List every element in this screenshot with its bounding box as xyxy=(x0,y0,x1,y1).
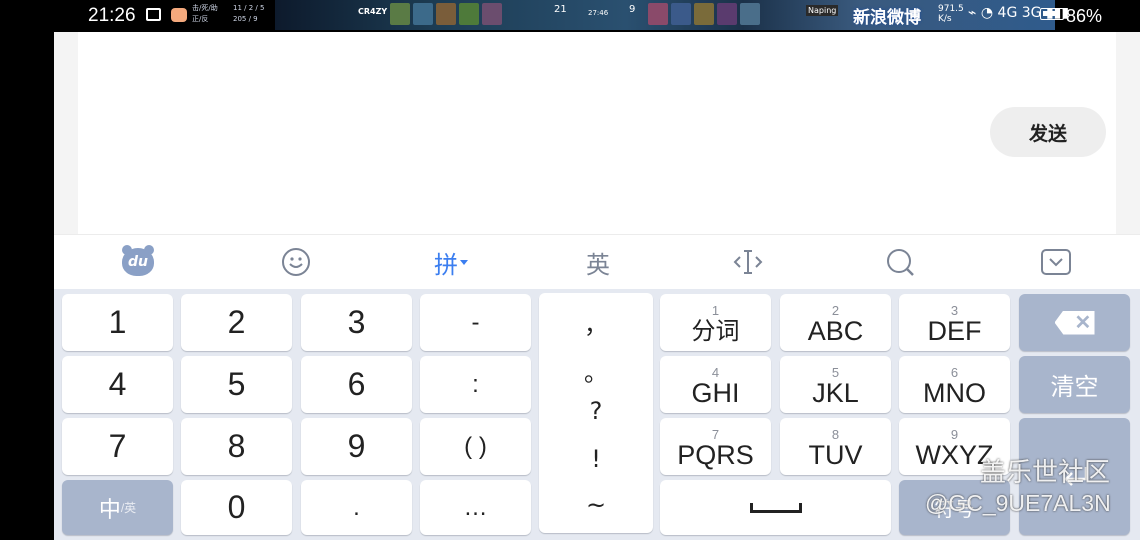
key-4[interactable]: 4 xyxy=(62,356,173,413)
cursor-edit-icon xyxy=(733,250,763,274)
t9-key-2[interactable]: 2 ABC xyxy=(780,294,891,351)
t9-letters: TUV xyxy=(808,440,863,470)
t9-letters: 分词 xyxy=(691,317,740,345)
t9-key-6[interactable]: 6 MNO xyxy=(899,356,1010,413)
backspace-key[interactable]: ✕ xyxy=(1019,294,1130,351)
t9-key-4[interactable]: 4 GHI xyxy=(660,356,771,413)
key-5[interactable]: 5 xyxy=(181,356,292,413)
key-colon[interactable]: : xyxy=(420,356,531,413)
t9-key-7[interactable]: 7 PQRS xyxy=(660,418,771,475)
battery-percent: 86% xyxy=(1066,6,1103,26)
english-label: 英 xyxy=(586,250,610,279)
watermark-community: 盖乐世社区 xyxy=(980,458,1111,488)
chevron-down-box-icon xyxy=(1041,249,1071,275)
t9-letters: GHI xyxy=(691,378,740,408)
chat-compose-area xyxy=(54,32,1140,234)
gallery-icon xyxy=(146,8,161,21)
caret-down-icon xyxy=(460,259,468,265)
zh-label: 中 xyxy=(98,496,121,522)
t9-digit: 1 xyxy=(711,303,720,318)
game-stats-labels: 击/死/助 正/反 xyxy=(192,4,218,23)
clear-key[interactable]: 清空 xyxy=(1019,356,1130,413)
keyboard-toolbar: du 拼 英 xyxy=(54,234,1140,289)
smiley-icon xyxy=(282,248,310,276)
key-6[interactable]: 6 xyxy=(301,356,412,413)
key-7[interactable]: 7 xyxy=(62,418,173,475)
t9-key-3[interactable]: 3 DEF xyxy=(899,294,1010,351)
baidu-logo-button[interactable]: du xyxy=(118,235,158,289)
sponsor-logo: Naping xyxy=(806,5,839,16)
key-parentheses[interactable]: ( ) xyxy=(420,418,531,475)
space-key[interactable] xyxy=(660,480,891,535)
hide-keyboard-button[interactable] xyxy=(1036,235,1076,289)
space-bar-icon xyxy=(749,502,802,513)
weibo-overlay-text: 新浪微博 xyxy=(853,8,921,28)
key-2[interactable]: 2 xyxy=(181,294,292,351)
watermark-handle: @GC_9UE7AL3N xyxy=(925,490,1111,516)
t9-key-8[interactable]: 8 TUV xyxy=(780,418,891,475)
key-3[interactable]: 3 xyxy=(301,294,412,351)
punct-period[interactable]: 。 xyxy=(539,353,653,388)
game-clock: 27:46 xyxy=(588,9,609,17)
key-9[interactable]: 9 xyxy=(301,418,412,475)
search-button[interactable] xyxy=(880,235,920,289)
english-mode-button[interactable]: 英 xyxy=(578,235,618,289)
search-icon xyxy=(887,249,914,276)
key-ellipsis[interactable]: … xyxy=(420,480,531,535)
message-input-area[interactable] xyxy=(78,32,1116,234)
punct-question[interactable]: ? xyxy=(539,397,653,425)
t9-key-5[interactable]: 5 JKL xyxy=(780,356,891,413)
cursor-edit-button[interactable] xyxy=(728,235,768,289)
t9-letters: MNO xyxy=(923,378,986,408)
team-logo: CR4ZY xyxy=(358,7,388,16)
status-bar: 21:26 击/死/助 正/反 11 / 2 / 5 205 / 9 CR4ZY… xyxy=(0,0,1140,32)
key-0[interactable]: 0 xyxy=(181,480,292,535)
battery-icon xyxy=(1040,8,1064,20)
key-1[interactable]: 1 xyxy=(62,294,173,351)
app-notification-icon xyxy=(171,8,187,22)
t9-letters: DEF xyxy=(927,316,982,346)
network-speed: 971.5 K/s xyxy=(938,4,964,24)
team-score-right: 9 xyxy=(629,4,636,15)
backspace-icon: ✕ xyxy=(1054,310,1095,335)
key-dash[interactable]: - xyxy=(420,294,531,351)
team-score-left: 21 xyxy=(554,4,567,15)
en-sub-label: /英 xyxy=(120,501,137,515)
status-time: 21:26 xyxy=(88,5,136,26)
pinyin-mode-button[interactable]: 拼 xyxy=(426,235,476,289)
key-period[interactable]: . xyxy=(301,480,412,535)
game-stats-values: 11 / 2 / 5 205 / 9 xyxy=(233,4,265,23)
pinyin-label: 拼 xyxy=(434,250,458,279)
key-8[interactable]: 8 xyxy=(181,418,292,475)
emoji-button[interactable] xyxy=(276,235,316,289)
punct-tilde[interactable]: ~ xyxy=(539,491,653,519)
punctuation-panel: ， 。 ? ! ~ xyxy=(539,293,653,533)
t9-letters: JKL xyxy=(812,378,859,408)
zh-en-toggle-key[interactable]: 中/英 xyxy=(62,480,173,535)
punct-exclaim[interactable]: ! xyxy=(539,445,653,473)
baidu-du-icon: du xyxy=(122,245,154,276)
punct-comma[interactable]: ， xyxy=(539,305,653,340)
t9-letters: PQRS xyxy=(677,440,754,470)
send-button[interactable]: 发送 xyxy=(990,107,1106,157)
t9-letters: ABC xyxy=(807,316,864,346)
t9-key-1[interactable]: 1 分词 xyxy=(660,294,771,351)
